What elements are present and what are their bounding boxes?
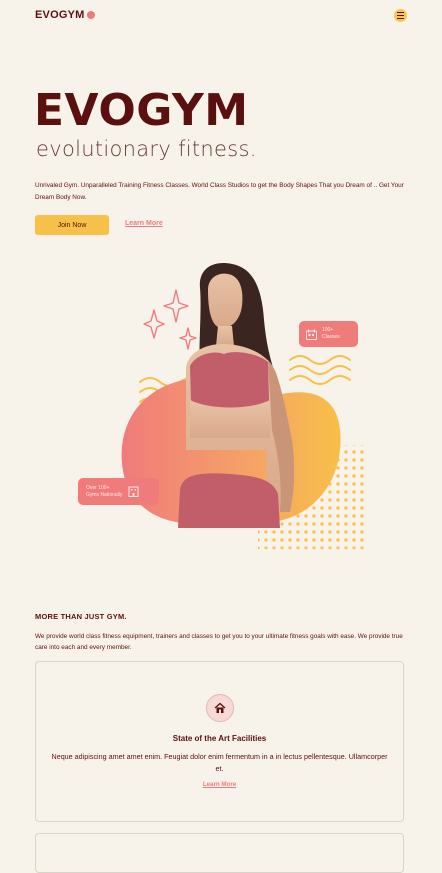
join-now-button[interactable]: Join Now — [35, 215, 109, 235]
athlete-figure — [178, 263, 295, 528]
calendar-icon — [306, 329, 317, 340]
benefit-card-title: State of the Art Facilities — [172, 734, 267, 743]
gyms-badge-line1: Over 100+ — [86, 484, 110, 491]
classes-badge-line2: Classes — [322, 334, 340, 340]
building-icon — [128, 486, 139, 497]
gyms-badge-line2: Gyms Nationally — [86, 491, 123, 498]
classes-badge-line1: 100+ — [322, 327, 334, 333]
benefit-card: State of the Art Facilities Neque adipis… — [35, 661, 404, 822]
logo[interactable]: EVOGYM — [35, 9, 95, 21]
hero-title: EVOGYM — [34, 85, 249, 136]
navbar: EVOGYM — [0, 0, 442, 32]
benefits-title: MORE THAN JUST GYM. — [35, 612, 127, 621]
sparkle-icons — [143, 289, 197, 350]
hero-illustration — [121, 263, 366, 549]
benefit-card-learn-more-link[interactable]: Learn More — [36, 781, 403, 788]
learn-more-link[interactable]: Learn More — [125, 220, 163, 227]
benefit-card-partial — [35, 833, 404, 873]
gyms-badge: Over 100+ Gyms Nationally — [78, 478, 159, 505]
benefit-card-text: Neque adipiscing amet amet enim. Feugiat… — [51, 752, 388, 773]
home-icon — [206, 694, 234, 722]
logo-text: EVOGYM — [35, 9, 85, 21]
logo-dot — [86, 11, 95, 19]
benefits-description: We provide world class fitness equipment… — [35, 633, 403, 651]
hero-subtitle: evolutionary fitness. — [36, 137, 257, 161]
hamburger-menu-icon[interactable] — [394, 9, 407, 22]
classes-badge: 100+ Classes — [299, 321, 358, 347]
hero-description: Unrivaled Gym. Unparalleled Training Fit… — [35, 182, 404, 201]
